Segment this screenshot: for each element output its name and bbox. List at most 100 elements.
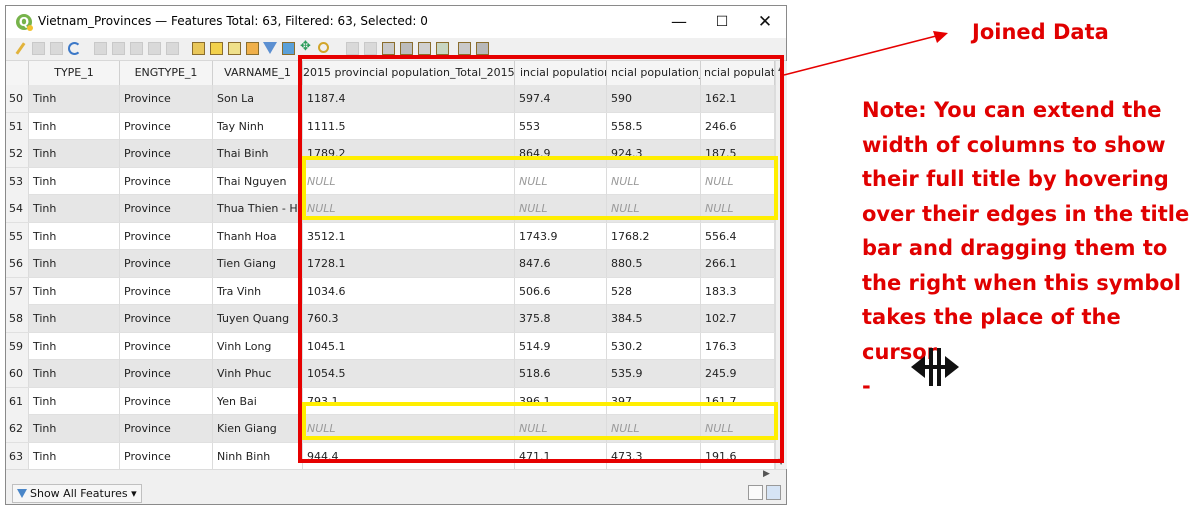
cell-varname[interactable]: Son La (213, 85, 303, 112)
cell-varname[interactable]: Vinh Phuc (213, 360, 303, 387)
cell-engtype[interactable]: Province (120, 85, 213, 112)
delete-field-icon[interactable] (364, 42, 377, 55)
deselect-icon[interactable] (246, 42, 259, 55)
window-title: Vietnam_Provinces — Features Total: 63, … (38, 14, 428, 28)
cell-type[interactable]: Tinh (29, 140, 120, 167)
row-number[interactable]: 57 (6, 277, 29, 305)
cell-engtype[interactable]: Province (120, 332, 213, 360)
scroll-right-icon[interactable]: ▶ (763, 469, 770, 479)
horizontal-scrollbar[interactable]: ▶ (6, 469, 786, 481)
cell-engtype[interactable]: Province (120, 222, 213, 250)
cell-type[interactable]: Tinh (29, 360, 120, 387)
row-number[interactable]: 52 (6, 140, 29, 167)
cell-engtype[interactable]: Province (120, 250, 213, 277)
cell-engtype[interactable]: Province (120, 195, 213, 222)
cell-varname[interactable]: Yen Bai (213, 387, 303, 415)
delete-feature-icon[interactable] (112, 42, 125, 55)
toggle-editing-icon[interactable] (14, 42, 27, 55)
cell-varname[interactable]: Vinh Long (213, 332, 303, 360)
cell-engtype[interactable]: Province (120, 415, 213, 442)
cell-engtype[interactable]: Province (120, 442, 213, 469)
organize-columns-icon[interactable] (382, 42, 395, 55)
zoom-to-selection-icon[interactable] (318, 42, 329, 53)
column-header-varname[interactable]: VARNAME_1 (213, 61, 303, 85)
note-line: the right when this symbol (862, 270, 1182, 295)
cell-engtype[interactable]: Province (120, 277, 213, 305)
row-number[interactable]: 50 (6, 85, 29, 112)
cell-varname[interactable]: Tien Giang (213, 250, 303, 277)
cell-type[interactable]: Tinh (29, 442, 120, 469)
cell-type[interactable]: Tinh (29, 222, 120, 250)
dock-table-icon[interactable] (436, 42, 449, 55)
row-number[interactable]: 59 (6, 332, 29, 360)
cell-varname[interactable]: Kien Giang (213, 415, 303, 442)
qgis-icon: Q (16, 14, 33, 31)
add-feature-icon[interactable] (94, 42, 107, 55)
row-number[interactable]: 56 (6, 250, 29, 277)
row-number[interactable]: 58 (6, 305, 29, 332)
cut-icon[interactable] (130, 42, 143, 55)
form-view-icon[interactable] (748, 485, 763, 500)
cell-engtype[interactable]: Province (120, 112, 213, 140)
cell-engtype[interactable]: Province (120, 167, 213, 195)
select-all-icon[interactable] (210, 42, 223, 55)
cell-varname[interactable]: Thai Nguyen (213, 167, 303, 195)
cell-varname[interactable]: Tay Ninh (213, 112, 303, 140)
cell-type[interactable]: Tinh (29, 277, 120, 305)
cell-engtype[interactable]: Province (120, 387, 213, 415)
row-number[interactable]: 62 (6, 415, 29, 442)
move-selection-top-icon[interactable] (282, 42, 295, 55)
status-bar: Show All Features ▾ (6, 481, 786, 504)
row-number[interactable]: 51 (6, 112, 29, 140)
cell-type[interactable]: Tinh (29, 250, 120, 277)
show-all-features-button[interactable]: Show All Features ▾ (12, 484, 142, 503)
select-expression-icon[interactable] (192, 42, 205, 55)
new-field-icon[interactable] (346, 42, 359, 55)
multi-edit-icon[interactable] (32, 42, 45, 55)
copy-icon[interactable] (148, 42, 161, 55)
cell-type[interactable]: Tinh (29, 387, 120, 415)
cell-type[interactable]: Tinh (29, 305, 120, 332)
cell-engtype[interactable]: Province (120, 305, 213, 332)
close-button[interactable]: ✕ (747, 10, 783, 34)
title-bar[interactable]: Q Vietnam_Provinces — Features Total: 63… (6, 6, 786, 38)
cell-type[interactable]: Tinh (29, 85, 120, 112)
cell-varname[interactable]: Thua Thien - Hue (213, 195, 303, 222)
cell-type[interactable]: Tinh (29, 112, 120, 140)
cell-engtype[interactable]: Province (120, 360, 213, 387)
cell-varname[interactable]: Tuyen Quang (213, 305, 303, 332)
conditional-format-icon[interactable] (418, 42, 431, 55)
invert-selection-icon[interactable] (228, 42, 241, 55)
column-header-engtype[interactable]: ENGTYPE_1 (120, 61, 213, 85)
cell-type[interactable]: Tinh (29, 415, 120, 442)
column-header-type[interactable]: TYPE_1 (29, 61, 120, 85)
cell-type[interactable]: Tinh (29, 332, 120, 360)
row-number[interactable]: 63 (6, 442, 29, 469)
table-view-icon[interactable] (766, 485, 781, 500)
maximize-button[interactable]: ☐ (704, 10, 740, 34)
minimize-button[interactable]: — (661, 10, 697, 34)
paste-icon[interactable] (166, 42, 179, 55)
actions-icon[interactable] (458, 42, 471, 55)
row-number[interactable]: 53 (6, 167, 29, 195)
cell-varname[interactable]: Thai Binh (213, 140, 303, 167)
show-all-features-label: Show All Features (30, 487, 128, 500)
save-edits-icon[interactable] (50, 42, 63, 55)
field-calculator-icon[interactable] (400, 42, 413, 55)
reload-icon[interactable] (68, 42, 81, 55)
settings-icon[interactable] (476, 42, 489, 55)
row-number[interactable]: 55 (6, 222, 29, 250)
annotation-arrow (783, 31, 948, 76)
row-number[interactable]: 61 (6, 387, 29, 415)
cell-varname[interactable]: Thanh Hoa (213, 222, 303, 250)
row-number[interactable]: 60 (6, 360, 29, 387)
pan-map-icon[interactable] (300, 39, 313, 55)
filter-icon[interactable] (263, 42, 277, 54)
cell-varname[interactable]: Tra Vinh (213, 277, 303, 305)
cell-type[interactable]: Tinh (29, 167, 120, 195)
cell-varname[interactable]: Ninh Binh (213, 442, 303, 469)
corner-cell[interactable] (6, 61, 29, 85)
cell-engtype[interactable]: Province (120, 140, 213, 167)
row-number[interactable]: 54 (6, 195, 29, 222)
cell-type[interactable]: Tinh (29, 195, 120, 222)
